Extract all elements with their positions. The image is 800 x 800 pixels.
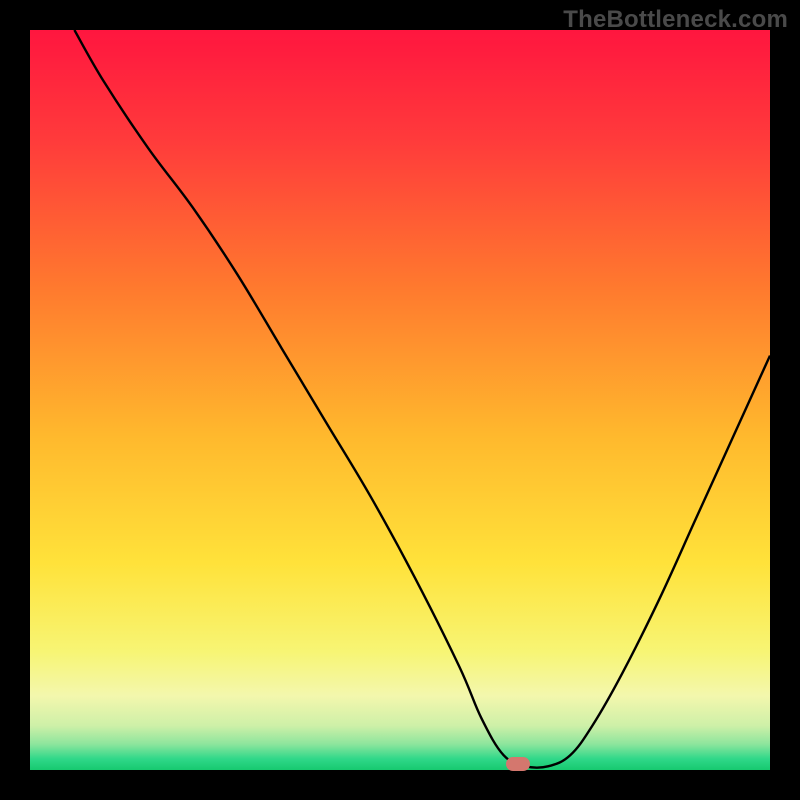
curve-layer [30,30,770,770]
chart-frame: TheBottleneck.com [0,0,800,800]
plot-area [30,30,770,770]
bottleneck-curve [74,30,770,768]
optimal-marker [506,757,530,771]
